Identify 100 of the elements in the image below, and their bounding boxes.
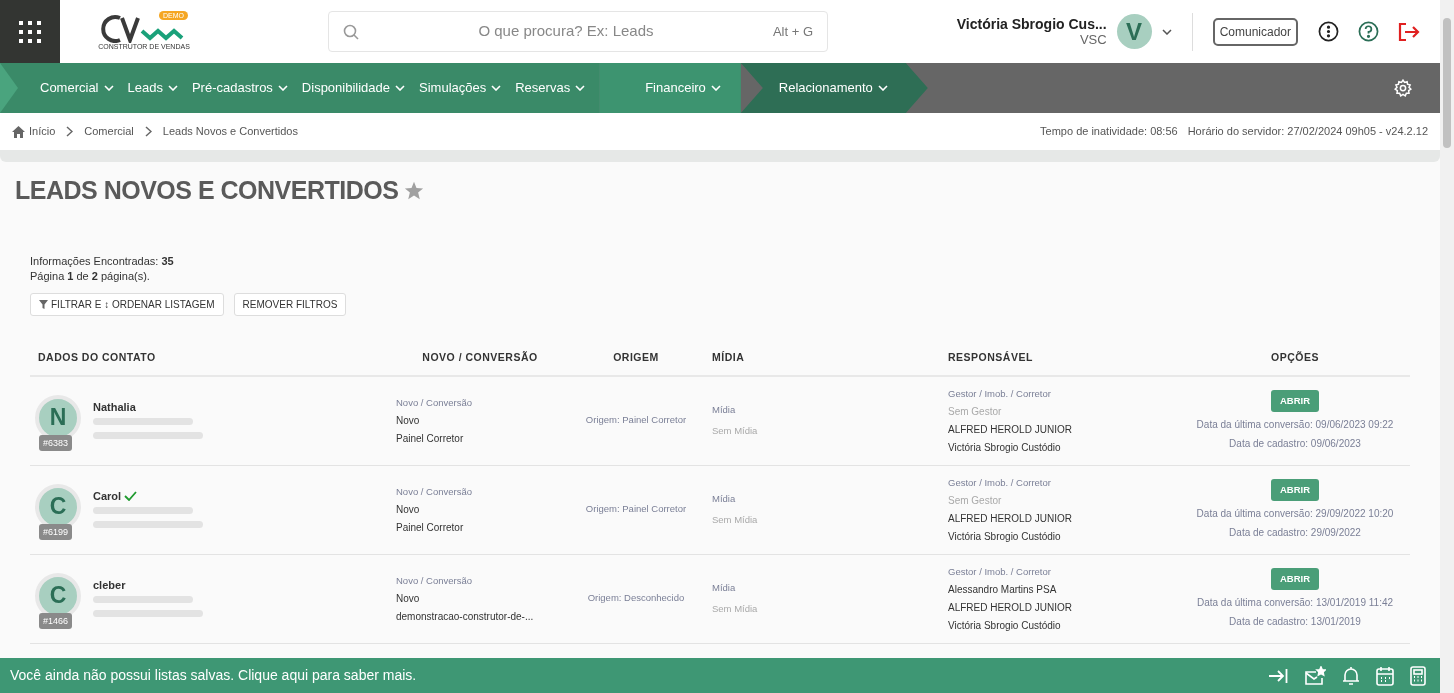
lead-type: Novo bbox=[396, 503, 421, 516]
user-avatar[interactable]: V bbox=[1116, 14, 1152, 49]
user-name: Victória Sbrogio Cus... bbox=[956, 16, 1107, 32]
chevron-down-icon bbox=[491, 85, 502, 91]
nav-menu-item[interactable]: Leads bbox=[127, 63, 192, 113]
scrollbar[interactable] bbox=[1440, 0, 1454, 693]
last-conversion-date: Data da última conversão: 13/01/2019 11:42 bbox=[1196, 596, 1394, 610]
responsible-name: ALFRED HEROLD JUNIOR bbox=[948, 512, 1073, 525]
responsible-name: ALFRED HEROLD JUNIOR bbox=[948, 423, 1073, 436]
info-icon[interactable] bbox=[1318, 21, 1339, 42]
open-button[interactable]: ABRIR bbox=[1270, 479, 1320, 501]
field-label: Mídia bbox=[712, 492, 737, 507]
search-field[interactable]: O que procura? Ex: Leads Alt + G bbox=[328, 11, 828, 52]
status-text: Horário do servidor: 27/02/2024 09h05 - v24.2.12 bbox=[1187, 124, 1428, 140]
field-label: Gestor / Imob. / Corretor bbox=[948, 565, 1052, 578]
chevron-down-icon bbox=[575, 85, 586, 91]
contact-name: Nathalia bbox=[93, 399, 136, 415]
summary-text: Página 1 de 2 página(s). bbox=[30, 268, 151, 284]
chevron-down-icon[interactable] bbox=[1161, 28, 1172, 35]
column-header: MÍDIA bbox=[711, 349, 746, 365]
responsible-name: Victória Sbrogio Custódio bbox=[948, 441, 1062, 454]
field-label: Novo / Conversão bbox=[396, 485, 474, 498]
column-header: ORIGEM bbox=[612, 349, 660, 365]
field-label: Mídia bbox=[712, 403, 737, 418]
calendar-icon[interactable] bbox=[1376, 665, 1394, 686]
origin-text: Origem: Desconhecido bbox=[586, 591, 686, 606]
field-label: Gestor / Imob. / Corretor bbox=[948, 476, 1052, 489]
media-value: Sem Mídia bbox=[712, 512, 759, 527]
registration-date: Data de cadastro: 09/06/2023 bbox=[1229, 437, 1361, 451]
contact-id-badge: #6383 bbox=[39, 434, 73, 451]
contact-id-badge: #1466 bbox=[39, 612, 73, 629]
contact-name: cleber bbox=[93, 577, 126, 593]
summary-text: Informações Encontradas: 35 bbox=[30, 253, 175, 269]
responsible-name: Alessandro Martins PSA bbox=[948, 583, 1058, 596]
chevron-down-icon bbox=[277, 85, 288, 91]
nav-menu-item[interactable]: Comercial bbox=[40, 63, 128, 113]
lead-source: Painel Corretor bbox=[396, 521, 465, 534]
chevron-right-icon bbox=[66, 126, 74, 137]
communicator-button[interactable]: Comunicador bbox=[1212, 17, 1298, 46]
registration-date: Data de cadastro: 13/01/2019 bbox=[1229, 615, 1361, 629]
help-icon[interactable] bbox=[1358, 21, 1379, 42]
chevron-down-icon bbox=[395, 85, 406, 91]
nav-menu-item[interactable]: Simulações bbox=[419, 63, 516, 113]
column-header: OPÇÕES bbox=[1270, 349, 1320, 365]
status-text: Tempo de inatividade: 08:56 bbox=[1040, 124, 1178, 140]
responsible-name: Victória Sbrogio Custódio bbox=[948, 530, 1062, 543]
saved-lists-message[interactable]: Você ainda não possui listas salvas. Clique aqui para saber mais. bbox=[10, 665, 417, 686]
last-conversion-date: Data da última conversão: 09/06/2023 09:22 bbox=[1196, 418, 1394, 432]
filter-icon bbox=[39, 299, 48, 309]
breadcrumb-link[interactable]: Início bbox=[29, 123, 56, 140]
last-conversion-date: Data da última conversão: 29/09/2022 10:20 bbox=[1196, 507, 1394, 521]
remove-filters-button[interactable]: REMOVER FILTROS bbox=[233, 292, 347, 316]
arrow-to-right-icon[interactable] bbox=[1268, 667, 1288, 684]
origin-text: Origem: Painel Corretor bbox=[584, 502, 688, 517]
mail-star-icon[interactable] bbox=[1304, 665, 1326, 686]
lead-source: demonstracao-construtor-de-... bbox=[396, 610, 535, 623]
nav-menu-item[interactable]: Reservas bbox=[515, 63, 600, 113]
lead-type: Novo bbox=[396, 592, 421, 605]
calculator-icon[interactable] bbox=[1410, 665, 1426, 686]
grid-icon bbox=[18, 19, 42, 44]
lead-source: Painel Corretor bbox=[396, 432, 465, 445]
column-header: NOVO / CONVERSÃO bbox=[421, 349, 539, 365]
responsible-name: ALFRED HEROLD JUNIOR bbox=[948, 601, 1073, 614]
apps-menu-button[interactable] bbox=[0, 0, 60, 63]
column-header: DADOS DO CONTATO bbox=[37, 349, 157, 365]
media-value: Sem Mídia bbox=[712, 601, 759, 616]
chevron-down-icon bbox=[103, 85, 114, 91]
responsible-name: Victória Sbrogio Custódio bbox=[948, 619, 1062, 632]
logout-icon[interactable] bbox=[1398, 21, 1420, 42]
page-title: LEADS NOVOS E CONVERTIDOS bbox=[15, 175, 399, 206]
chevron-down-icon bbox=[710, 85, 721, 91]
field-label: Novo / Conversão bbox=[396, 574, 474, 587]
shortcut-hint: Alt + G bbox=[772, 22, 813, 41]
registration-date: Data de cadastro: 29/09/2022 bbox=[1229, 526, 1361, 540]
filter-sort-button[interactable]: FILTRAR E ↕ ORDENAR LISTAGEM bbox=[30, 292, 224, 316]
breadcrumb-link[interactable]: Leads Novos e Convertidos bbox=[162, 123, 298, 140]
field-label: Novo / Conversão bbox=[396, 396, 474, 409]
breadcrumb-link[interactable]: Comercial bbox=[84, 123, 134, 140]
nav-menu-item[interactable]: Financeiro bbox=[599, 63, 741, 113]
chevron-down-icon bbox=[877, 85, 888, 91]
favorite-star-icon[interactable] bbox=[404, 181, 425, 201]
origin-text: Origem: Painel Corretor bbox=[584, 413, 688, 428]
search-input[interactable]: O que procura? Ex: Leads bbox=[359, 20, 773, 43]
settings-icon[interactable] bbox=[1394, 79, 1412, 97]
search-icon bbox=[343, 23, 359, 40]
nav-menu-item[interactable]: Pré-cadastros bbox=[191, 63, 302, 113]
open-button[interactable]: ABRIR bbox=[1270, 390, 1320, 412]
responsible-name: Sem Gestor bbox=[948, 405, 1003, 418]
chevron-down-icon bbox=[167, 85, 178, 91]
nav-menu-item[interactable]: Disponibilidade bbox=[301, 63, 420, 113]
home-icon bbox=[12, 125, 25, 138]
responsible-name: Sem Gestor bbox=[948, 494, 1003, 507]
user-code: VSC bbox=[1079, 32, 1107, 47]
bell-icon[interactable] bbox=[1342, 665, 1360, 686]
field-label: Mídia bbox=[712, 581, 737, 596]
media-value: Sem Mídia bbox=[712, 423, 759, 438]
nav-menu-item[interactable]: Relacionamento bbox=[740, 63, 928, 113]
chevron-right-icon bbox=[144, 126, 152, 137]
column-header: RESPONSÁVEL bbox=[947, 349, 1034, 365]
open-button[interactable]: ABRIR bbox=[1270, 568, 1320, 590]
